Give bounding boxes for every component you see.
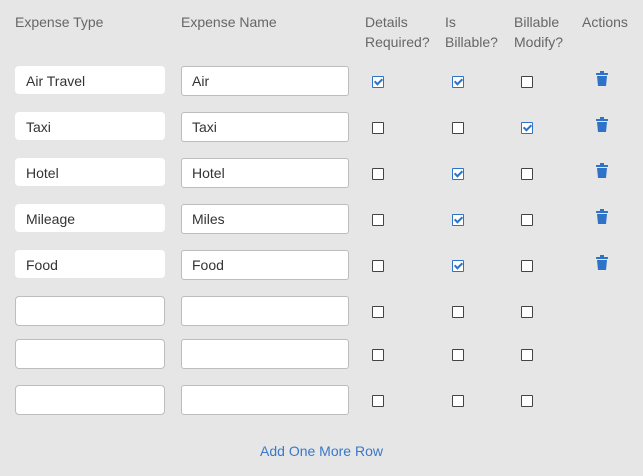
billable-modify-checkbox[interactable]: [521, 349, 533, 361]
add-row-link[interactable]: Add One More Row: [0, 441, 643, 461]
is-billable-checkbox[interactable]: [452, 214, 464, 226]
details-required-checkbox[interactable]: [372, 76, 384, 88]
trash-icon[interactable]: [596, 255, 608, 270]
header-details-required: Details Required?: [365, 14, 430, 50]
expense-name-input[interactable]: Miles: [181, 204, 349, 234]
billable-modify-checkbox[interactable]: [521, 260, 533, 272]
expense-name-input[interactable]: [181, 296, 349, 326]
billable-modify-checkbox[interactable]: [521, 306, 533, 318]
is-billable-checkbox[interactable]: [452, 395, 464, 407]
is-billable-checkbox[interactable]: [452, 349, 464, 361]
is-billable-checkbox[interactable]: [452, 260, 464, 272]
expense-name-input[interactable]: Air: [181, 66, 349, 96]
expense-row: Mileage Miles: [0, 204, 643, 244]
expense-type-input[interactable]: [15, 296, 165, 326]
expense-name-input[interactable]: Taxi: [181, 112, 349, 142]
expense-type-input[interactable]: Mileage: [15, 204, 165, 232]
expense-name-input[interactable]: [181, 339, 349, 369]
expense-row: Taxi Taxi: [0, 112, 643, 152]
details-required-checkbox[interactable]: [372, 122, 384, 134]
is-billable-checkbox[interactable]: [452, 306, 464, 318]
expense-type-input[interactable]: Air Travel: [15, 66, 165, 94]
expense-row: [0, 339, 643, 379]
trash-icon[interactable]: [596, 163, 608, 178]
expense-type-input[interactable]: Taxi: [15, 112, 165, 140]
billable-modify-checkbox[interactable]: [521, 214, 533, 226]
expense-row: [0, 296, 643, 336]
expense-row: Hotel Hotel: [0, 158, 643, 198]
expense-row: Food Food: [0, 250, 643, 290]
expense-name-input[interactable]: [181, 385, 349, 415]
details-required-checkbox[interactable]: [372, 395, 384, 407]
header-expense-name: Expense Name: [181, 14, 277, 30]
header-expense-type: Expense Type: [15, 14, 104, 30]
trash-icon[interactable]: [596, 209, 608, 224]
expense-row: [0, 385, 643, 425]
header-billable-modify: Billable Modify?: [514, 14, 564, 50]
expense-type-input[interactable]: Hotel: [15, 158, 165, 186]
billable-modify-checkbox[interactable]: [521, 395, 533, 407]
billable-modify-checkbox[interactable]: [521, 168, 533, 180]
details-required-checkbox[interactable]: [372, 168, 384, 180]
billable-modify-checkbox[interactable]: [521, 76, 533, 88]
trash-icon[interactable]: [596, 71, 608, 86]
details-required-checkbox[interactable]: [372, 306, 384, 318]
expense-name-input[interactable]: Hotel: [181, 158, 349, 188]
expense-row: Air Travel Air: [0, 66, 643, 106]
is-billable-checkbox[interactable]: [452, 168, 464, 180]
billable-modify-checkbox[interactable]: [521, 122, 533, 134]
details-required-checkbox[interactable]: [372, 260, 384, 272]
expense-name-input[interactable]: Food: [181, 250, 349, 280]
details-required-checkbox[interactable]: [372, 349, 384, 361]
is-billable-checkbox[interactable]: [452, 122, 464, 134]
details-required-checkbox[interactable]: [372, 214, 384, 226]
expense-type-input[interactable]: [15, 385, 165, 415]
is-billable-checkbox[interactable]: [452, 76, 464, 88]
header-actions: Actions: [582, 14, 628, 30]
expense-type-input[interactable]: Food: [15, 250, 165, 278]
trash-icon[interactable]: [596, 117, 608, 132]
header-is-billable: Is Billable?: [445, 14, 498, 50]
expense-type-input[interactable]: [15, 339, 165, 369]
